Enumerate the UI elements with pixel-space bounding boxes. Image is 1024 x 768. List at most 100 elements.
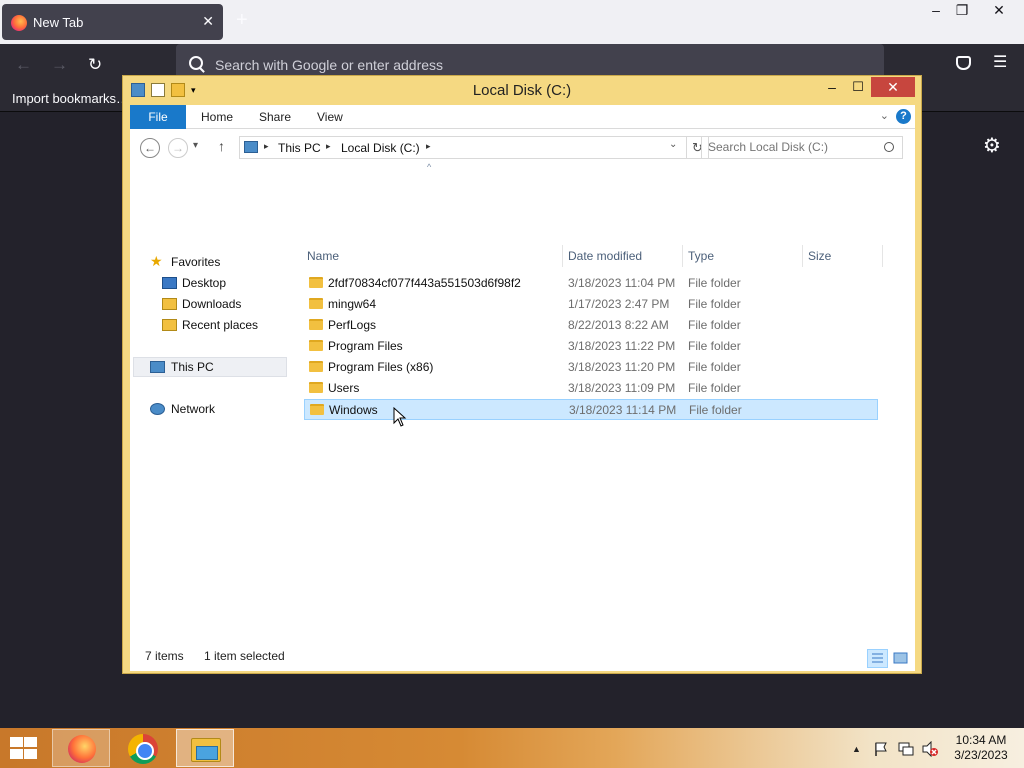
file-type: File folder xyxy=(688,297,741,311)
explorer-maximize-button[interactable]: ☐ xyxy=(845,79,871,99)
nav-network[interactable]: Network xyxy=(171,402,215,416)
search-box[interactable] xyxy=(701,136,903,159)
column-divider[interactable] xyxy=(882,245,883,267)
up-arrow-icon[interactable]: ↑ xyxy=(218,138,225,154)
nav-desktop[interactable]: Desktop xyxy=(182,276,226,290)
ribbon: File Home Share View ⌄ ? xyxy=(130,105,915,129)
explorer-back-button[interactable]: ← xyxy=(140,138,160,158)
ribbon-tab-file[interactable]: File xyxy=(130,105,186,129)
breadcrumb-separator-icon[interactable]: ▸ xyxy=(326,141,331,152)
recent-places-icon xyxy=(162,319,177,331)
import-bookmarks-link[interactable]: Import bookmarks… xyxy=(12,91,129,106)
chrome-icon xyxy=(128,734,158,764)
ribbon-tab-home[interactable]: Home xyxy=(201,105,233,129)
file-type: File folder xyxy=(688,360,741,374)
settings-gear-icon[interactable]: ⚙ xyxy=(983,133,1001,158)
ribbon-tab-share[interactable]: Share xyxy=(259,105,291,129)
hamburger-menu-icon[interactable]: ☰ xyxy=(993,52,1007,72)
action-center-flag-icon[interactable] xyxy=(873,741,889,757)
network-tray-icon[interactable] xyxy=(897,741,915,757)
nav-this-pc[interactable]: This PC xyxy=(171,360,214,374)
explorer-forward-button[interactable]: → xyxy=(168,138,188,158)
network-icon xyxy=(150,403,165,415)
breadcrumb-separator-icon[interactable]: ▸ xyxy=(264,141,269,152)
file-type: File folder xyxy=(689,403,742,417)
volume-muted-icon[interactable] xyxy=(921,741,939,757)
large-icons-view-icon[interactable] xyxy=(892,649,909,668)
file-row[interactable]: PerfLogs 8/22/2013 8:22 AM File folder xyxy=(304,315,878,336)
search-icon xyxy=(884,142,894,152)
ribbon-expand-chevron-icon[interactable]: ⌄ xyxy=(880,109,889,122)
this-pc-icon xyxy=(244,141,258,153)
column-divider[interactable] xyxy=(802,245,803,267)
pocket-icon[interactable] xyxy=(956,56,971,70)
file-row[interactable]: Program Files (x86) 3/18/2023 11:20 PM F… xyxy=(304,357,878,378)
browser-close-button[interactable]: ✕ xyxy=(989,2,1009,19)
address-bar[interactable]: ▸ This PC ▸ Local Disk (C:) ▸ xyxy=(239,136,687,159)
nav-downloads[interactable]: Downloads xyxy=(182,297,241,311)
explorer-content: ★ Favorites Desktop Downloads Recent pla… xyxy=(130,162,915,638)
help-icon[interactable]: ? xyxy=(896,109,911,124)
address-dropdown-icon[interactable]: ⌄ xyxy=(669,139,677,150)
search-icon xyxy=(189,56,203,70)
file-type: File folder xyxy=(688,381,741,395)
file-row-selected[interactable]: Windows 3/18/2023 11:14 PM File folder xyxy=(304,399,878,420)
firefox-icon xyxy=(68,735,96,763)
address-toolbar: ← → ▾ ↑ ▸ This PC ▸ Local Disk (C:) ▸ ⌄ … xyxy=(130,129,915,165)
breadcrumb-this-pc[interactable]: This PC xyxy=(278,141,321,155)
file-name: PerfLogs xyxy=(328,318,377,332)
mouse-cursor-icon xyxy=(393,407,407,427)
taskbar: ▲ 10:34 AM 3/23/2023 xyxy=(0,728,1024,768)
browser-minimize-button[interactable]: – xyxy=(926,2,946,18)
file-type: File folder xyxy=(688,318,741,332)
file-name: Program Files (x86) xyxy=(328,360,434,374)
tab-close-icon[interactable]: ✕ xyxy=(202,13,214,30)
file-row[interactable]: 2fdf70834cf077f443a551503d6f98f2 3/18/20… xyxy=(304,273,878,294)
details-view-icon[interactable] xyxy=(867,649,888,668)
recent-locations-icon[interactable]: ▾ xyxy=(193,140,198,151)
breadcrumb-separator-icon[interactable]: ▸ xyxy=(426,141,431,152)
column-name[interactable]: Name xyxy=(307,249,339,263)
status-bar: 7 items 1 item selected xyxy=(130,638,915,671)
forward-icon[interactable]: → xyxy=(51,55,68,75)
search-input[interactable] xyxy=(708,140,878,154)
file-type: File folder xyxy=(688,339,741,353)
status-item-count: 7 items xyxy=(145,649,184,663)
explorer-close-button[interactable]: ✕ xyxy=(871,77,915,97)
desktop-icon xyxy=(162,277,177,289)
column-size[interactable]: Size xyxy=(808,249,831,263)
explorer-window: ▾ Local Disk (C:) – ☐ ✕ File Home Share … xyxy=(122,75,922,674)
file-date: 3/18/2023 11:04 PM xyxy=(568,276,676,290)
browser-tab-bar: New Tab ✕ + – ❐ ✕ xyxy=(0,0,1024,44)
file-row[interactable]: Program Files 3/18/2023 11:22 PM File fo… xyxy=(304,336,878,357)
nav-recent-places[interactable]: Recent places xyxy=(182,318,258,332)
start-button[interactable] xyxy=(8,736,38,760)
taskbar-firefox[interactable] xyxy=(52,729,110,767)
reload-icon[interactable]: ↻ xyxy=(88,55,102,75)
windows-logo-icon xyxy=(24,737,37,747)
ribbon-tab-view[interactable]: View xyxy=(317,105,343,129)
new-tab-icon[interactable]: + xyxy=(236,9,248,32)
nav-favorites[interactable]: Favorites xyxy=(171,255,220,269)
file-row[interactable]: Users 3/18/2023 11:09 PM File folder xyxy=(304,378,878,399)
clock-date: 3/23/2023 xyxy=(954,748,1008,762)
file-row[interactable]: mingw64 1/17/2023 2:47 PM File folder xyxy=(304,294,878,315)
column-date-modified[interactable]: Date modified xyxy=(568,249,642,263)
folder-icon xyxy=(309,319,323,330)
column-type[interactable]: Type xyxy=(688,249,714,263)
show-hidden-icons-chevron-icon[interactable]: ▲ xyxy=(852,744,861,754)
folder-icon xyxy=(309,298,323,309)
back-icon[interactable]: ← xyxy=(15,55,32,75)
taskbar-clock[interactable]: 10:34 AM 3/23/2023 xyxy=(946,733,1016,763)
column-divider[interactable] xyxy=(562,245,563,267)
taskbar-file-explorer[interactable] xyxy=(176,729,234,767)
file-date: 1/17/2023 2:47 PM xyxy=(568,297,670,311)
column-divider[interactable] xyxy=(682,245,683,267)
explorer-minimize-button[interactable]: – xyxy=(819,79,845,99)
file-name: Program Files xyxy=(328,339,403,353)
folder-icon xyxy=(309,277,323,288)
browser-restore-button[interactable]: ❐ xyxy=(952,2,972,19)
breadcrumb-local-disk[interactable]: Local Disk (C:) xyxy=(341,141,420,155)
taskbar-chrome[interactable] xyxy=(114,729,172,767)
browser-tab[interactable]: New Tab ✕ xyxy=(2,4,223,40)
